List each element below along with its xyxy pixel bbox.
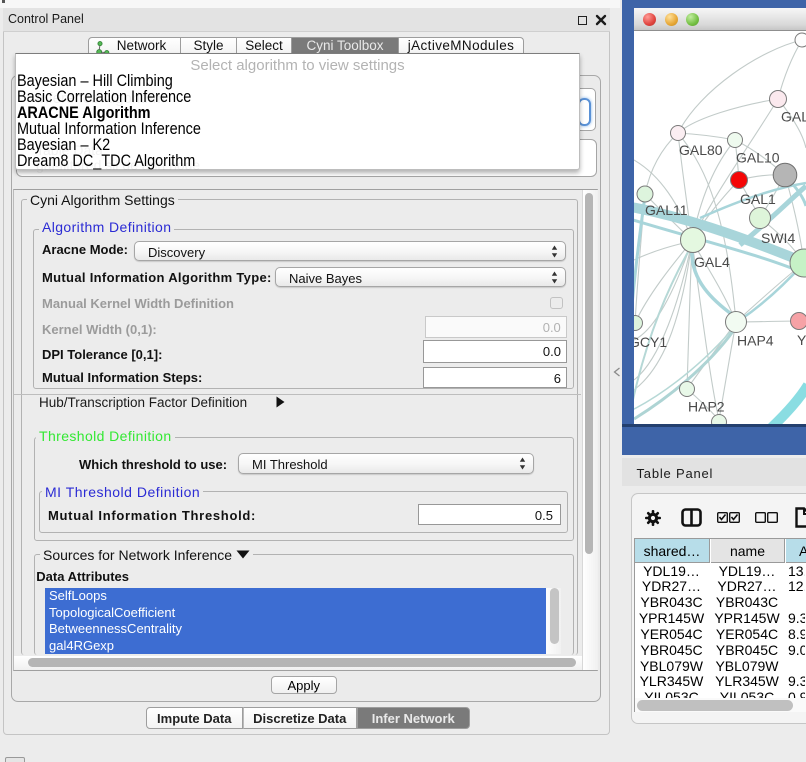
svg-text:GAL10: GAL10 <box>736 150 780 166</box>
svg-text:SWI4: SWI4 <box>761 230 795 246</box>
svg-text:GCY1: GCY1 <box>634 334 667 350</box>
svg-text:GAL1: GAL1 <box>740 191 776 207</box>
svg-text:Y: Y <box>797 332 806 348</box>
svg-text:GAL4: GAL4 <box>694 254 730 270</box>
svg-text:GAL: GAL <box>781 109 806 125</box>
svg-text:GAL11: GAL11 <box>645 202 688 218</box>
svg-text:HAP4: HAP4 <box>737 333 774 349</box>
svg-text:HAP2: HAP2 <box>688 399 725 415</box>
svg-text:GAL80: GAL80 <box>679 142 723 158</box>
